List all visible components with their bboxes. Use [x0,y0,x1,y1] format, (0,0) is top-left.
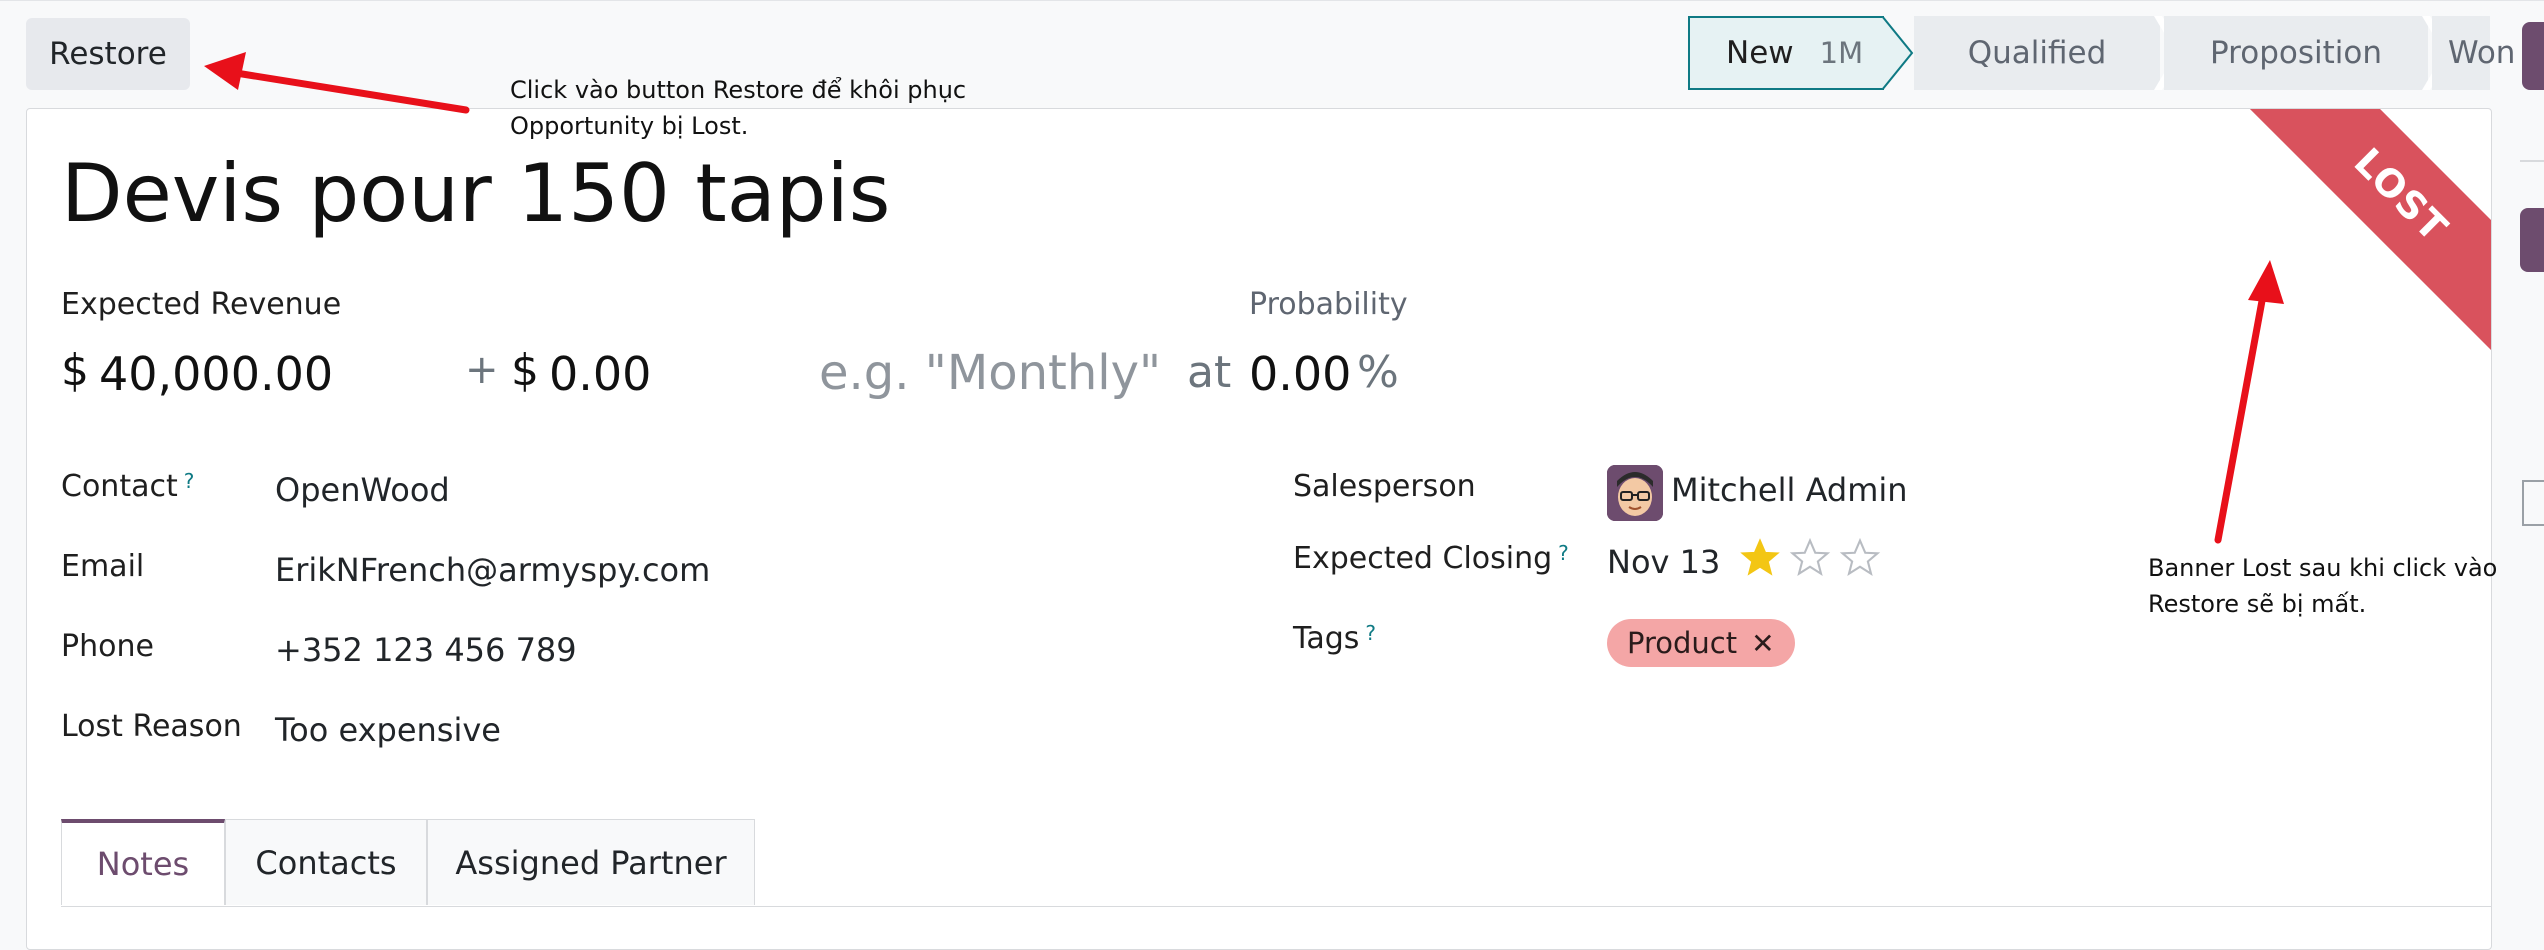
restore-annotation: Click vào button Restore để khôi phục Op… [510,76,967,140]
stage-label: New [1726,35,1794,71]
stage-count: 1M [1819,36,1864,70]
help-icon[interactable]: ? [1558,541,1569,565]
tab-notes[interactable]: Notes [61,819,225,905]
expected-closing-label-text: Expected Closing [1293,541,1553,576]
stage-proposition[interactable]: Proposition [2164,16,2428,90]
tag-badge[interactable]: Product ✕ [1607,619,1795,667]
arrow-to-restore-icon [204,52,470,114]
chatter-avatar-edge[interactable] [2522,22,2544,90]
stage-qualified[interactable]: Qualified [1914,16,2160,90]
edge-avatar[interactable] [2520,208,2544,272]
expected-revenue-label: Expected Revenue [61,287,342,322]
expected-revenue-value[interactable]: 40,000.00 [99,347,333,401]
tag-label: Product [1627,626,1738,660]
contact-field[interactable]: OpenWood [275,471,450,509]
stage-label: Proposition [2210,35,2382,71]
currency-symbol: $ [61,345,89,396]
stage-label: Qualified [1967,35,2107,71]
stage-new-arrow-tip [1882,16,1914,90]
contact-label: Contact? [61,469,194,504]
email-field[interactable]: ErikNFrench@armyspy.com [275,551,710,589]
edge-divider [2520,160,2544,162]
help-icon[interactable]: ? [1365,621,1376,645]
top-border [0,0,2544,1]
currency-symbol: $ [511,345,539,396]
user-avatar-icon [1607,465,1663,521]
star-filled-icon[interactable] [1739,537,1781,579]
email-label: Email [61,549,145,584]
expected-closing-field[interactable]: Nov 13 [1607,543,1720,581]
help-icon[interactable]: ? [184,469,195,493]
priority-stars [1739,537,1881,579]
star-empty-icon[interactable] [1839,537,1881,579]
expected-closing-label: Expected Closing? [1293,541,1569,576]
probability-value[interactable]: 0.00 [1249,347,1351,401]
lost-ribbon-text: LOST [2149,109,2491,439]
probability-label: Probability [1249,287,1408,322]
recurring-revenue-value[interactable]: 0.00 [549,347,651,401]
envelope-icon[interactable] [2522,480,2544,526]
recurring-plan-input[interactable]: e.g. "Monthly" [819,345,1161,401]
tabs-divider [61,906,2491,907]
restore-button[interactable]: Restore [26,18,190,90]
lost-reason-field[interactable]: Too expensive [275,711,501,749]
lost-reason-label: Lost Reason [61,709,242,744]
avatar [1607,465,1663,521]
stage-won[interactable]: Won [2432,16,2515,90]
notebook-tabs: Notes Contacts Assigned Partner [61,819,755,907]
tab-assigned-partner[interactable]: Assigned Partner [427,819,755,905]
phone-label: Phone [61,629,154,664]
stage-new[interactable]: New 1M [1688,16,1884,90]
tags-label-text: Tags [1293,621,1360,656]
star-empty-icon[interactable] [1789,537,1831,579]
phone-field[interactable]: +352 123 456 789 [275,631,577,669]
stage-statusbar: New 1M Qualified Proposition Won [1688,16,2515,90]
contact-label-text: Contact [61,469,178,504]
remove-tag-icon[interactable]: ✕ [1751,627,1774,660]
salesperson-label: Salesperson [1293,469,1476,504]
tags-label: Tags? [1293,621,1376,656]
record-title[interactable]: Devis pour 150 tapis [61,147,890,240]
percent-sign: % [1357,347,1399,398]
tab-contacts[interactable]: Contacts [225,819,427,905]
salesperson-field[interactable]: Mitchell Admin [1671,471,1908,509]
plus-sign: + [465,347,499,393]
form-sheet: LOST Devis pour 150 tapis Expected Reven… [26,108,2492,950]
stage-label: Won [2448,35,2516,71]
banner-annotation: Banner Lost sau khi click vào Restore sẽ… [2148,554,2498,618]
lost-ribbon: LOST [2131,109,2491,439]
at-label: at [1187,347,1232,398]
